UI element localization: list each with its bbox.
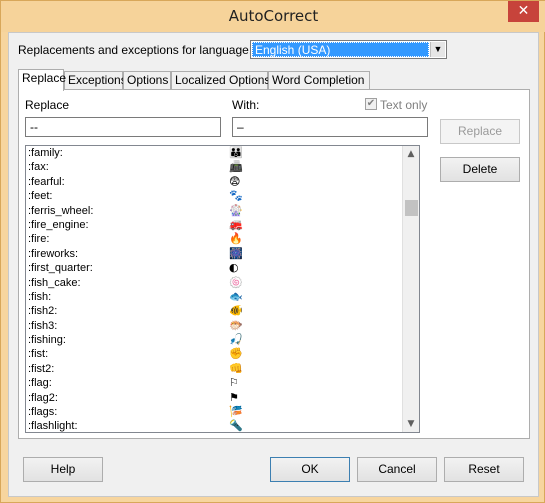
- list-item[interactable]: :fearful: 😨: [26, 175, 404, 189]
- list-item-key: :first_quarter:: [28, 262, 93, 275]
- list-item-value: ⚐: [229, 376, 239, 390]
- close-icon[interactable]: ✕: [508, 1, 539, 22]
- with-input[interactable]: –: [232, 117, 428, 137]
- scroll-up-icon[interactable]: ▲: [403, 146, 419, 162]
- delete-button[interactable]: Delete: [440, 157, 520, 182]
- list-item-key: :fish_cake:: [28, 276, 81, 289]
- list-item-key: :flag:: [28, 377, 52, 390]
- list-item[interactable]: :fire_engine: 🚒: [26, 218, 404, 232]
- replace-button[interactable]: Replace: [440, 119, 520, 144]
- list-item[interactable]: :fax: 📠: [26, 160, 404, 174]
- list-item[interactable]: :fish: 🐟: [26, 290, 404, 304]
- list-item-key: :fist:: [28, 348, 49, 361]
- language-selected-value: English (USA): [252, 42, 429, 57]
- list-item-value: ◐: [229, 261, 239, 275]
- list-item-key: :fire_engine:: [28, 218, 89, 231]
- list-item-key: :fist2:: [28, 362, 55, 375]
- list-item-value: 🎡: [229, 203, 243, 217]
- list-item[interactable]: :ferris_wheel: 🎡: [26, 204, 404, 218]
- list-item-key: :fearful:: [28, 175, 65, 188]
- list-item-value: 🔥: [229, 232, 243, 246]
- list-item-value: 🍥: [229, 275, 243, 289]
- chevron-down-icon[interactable]: ▼: [430, 42, 445, 57]
- list-item-key: :flags:: [28, 406, 58, 419]
- list-item[interactable]: :fishing: 🎣: [26, 333, 404, 347]
- list-item-key: :fish2:: [28, 305, 58, 318]
- scroll-down-icon[interactable]: ▼: [403, 416, 419, 432]
- help-button[interactable]: Help: [23, 457, 103, 482]
- vertical-scrollbar[interactable]: ▲ ▼: [402, 146, 419, 432]
- list-item-value: 🎣: [229, 333, 243, 347]
- list-item-key: :ferris_wheel:: [28, 204, 94, 217]
- cancel-button[interactable]: Cancel: [357, 457, 437, 482]
- list-item-value: 🚒: [229, 217, 243, 231]
- list-item[interactable]: :fish3: 🐡: [26, 319, 404, 333]
- list-item-value: 😨: [229, 174, 241, 188]
- list-item-value: 📠: [229, 160, 243, 174]
- list-item[interactable]: :flashlight: 🔦: [26, 419, 404, 433]
- list-item-value: 👊: [229, 361, 243, 375]
- list-item[interactable]: :fireworks: 🎆: [26, 247, 404, 261]
- list-item[interactable]: :fish_cake: 🍥: [26, 276, 404, 290]
- list-item-value: 🎏: [229, 405, 243, 419]
- list-item[interactable]: :fish2: 🐠: [26, 304, 404, 318]
- replace-label: Replace: [25, 98, 70, 112]
- list-item[interactable]: :fist2: 👊: [26, 362, 404, 376]
- list-item-key: :fish:: [28, 290, 52, 303]
- list-item-value: ✊: [229, 347, 243, 361]
- replace-tab-panel: Replace With: ✔ Text only -- – :family: 👪…: [18, 89, 530, 439]
- ok-button[interactable]: OK: [270, 457, 350, 482]
- tab-exceptions[interactable]: Exceptions: [64, 71, 127, 90]
- dialog-client: Replacements and exceptions for language…: [8, 32, 539, 497]
- list-item-value: 🐟: [229, 289, 243, 303]
- list-item[interactable]: :fire: 🔥: [26, 232, 404, 246]
- list-item-key: :fishing:: [28, 334, 66, 347]
- list-item[interactable]: :first_quarter: ◐: [26, 261, 404, 275]
- language-select[interactable]: English (USA) ▼: [250, 40, 447, 59]
- list-item-key: :flag2:: [28, 391, 58, 404]
- with-label: With:: [232, 98, 260, 112]
- list-item[interactable]: :flag2: ⚑: [26, 391, 404, 405]
- list-item-key: :fish3:: [28, 319, 58, 332]
- list-item-value: 🐡: [229, 318, 243, 332]
- list-item-key: :feet:: [28, 190, 53, 203]
- list-item-key: :fax:: [28, 161, 49, 174]
- reset-button[interactable]: Reset: [444, 457, 524, 482]
- replacement-list-rows: :family: 👪:fax: 📠:fearful: 😨:feet: 🐾:ferris_…: [26, 146, 404, 433]
- list-item-key: :family:: [28, 147, 63, 159]
- tab-word-completion[interactable]: Word Completion: [268, 71, 370, 90]
- title-bar: AutoCorrect ✕: [1, 1, 545, 32]
- text-only-label: Text only: [380, 98, 428, 112]
- replacement-list[interactable]: :family: 👪:fax: 📠:fearful: 😨:feet: 🐾:ferris_…: [25, 145, 420, 433]
- list-item-key: :flashlight:: [28, 420, 78, 433]
- list-item-value: 🐾: [229, 189, 243, 203]
- list-item[interactable]: :flags: 🎏: [26, 405, 404, 419]
- tab-options[interactable]: Options: [123, 71, 171, 90]
- list-item-key: :fire:: [28, 233, 50, 246]
- window-title: AutoCorrect: [228, 7, 319, 25]
- list-item-value: 🐠: [229, 304, 243, 318]
- list-item-value: 👪: [229, 146, 243, 159]
- scroll-thumb[interactable]: [405, 200, 418, 216]
- replace-input[interactable]: --: [25, 117, 221, 137]
- tab-replace[interactable]: Replace: [18, 69, 66, 91]
- list-item[interactable]: :flag: ⚐: [26, 376, 404, 390]
- list-item[interactable]: :feet: 🐾: [26, 189, 404, 203]
- language-label: Replacements and exceptions for language…: [18, 43, 253, 57]
- list-item[interactable]: :fist: ✊: [26, 347, 404, 361]
- text-only-checkbox[interactable]: ✔: [365, 98, 377, 110]
- tab-localized-options[interactable]: Localized Options: [171, 71, 270, 90]
- list-item-value: 🔦: [229, 419, 243, 433]
- list-item-key: :fireworks:: [28, 247, 79, 260]
- list-item-value: 🎆: [229, 246, 243, 260]
- list-item-value: ⚑: [229, 390, 239, 404]
- autocorrect-window: AutoCorrect ✕ Replacements and exception…: [0, 0, 545, 503]
- list-item[interactable]: :family: 👪: [26, 146, 404, 160]
